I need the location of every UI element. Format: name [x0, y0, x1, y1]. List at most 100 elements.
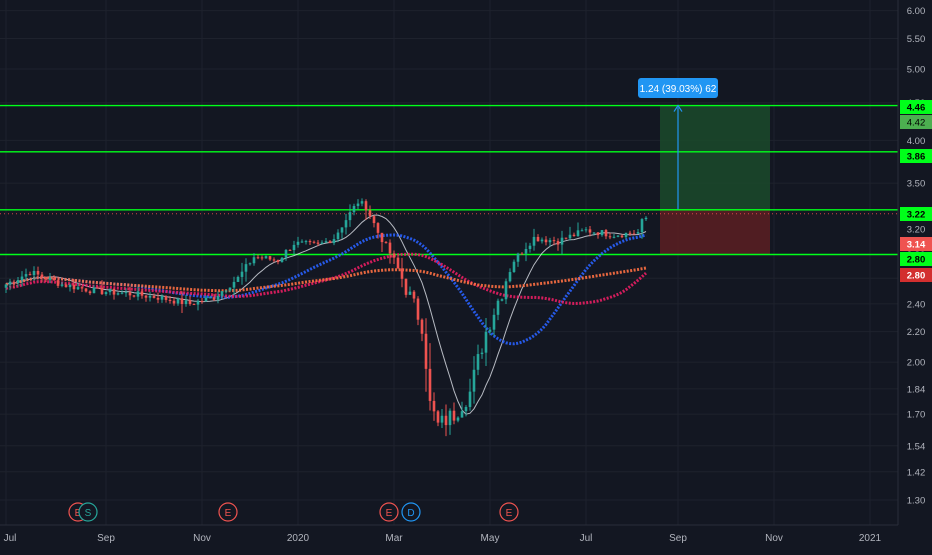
- x-tick-label[interactable]: Sep: [97, 533, 115, 544]
- candle-body: [468, 391, 472, 407]
- y-tick-label[interactable]: 1.70: [907, 410, 926, 421]
- candle-body: [540, 239, 544, 242]
- candle-body: [644, 217, 648, 220]
- candle-body: [548, 240, 552, 243]
- measure-label-text: 1.24 (39.03%) 62: [640, 84, 717, 95]
- y-tick-label[interactable]: 6.00: [907, 6, 926, 17]
- y-tick-label[interactable]: 2.20: [907, 327, 926, 338]
- candle-body: [608, 236, 612, 238]
- candle-body: [500, 299, 504, 301]
- candle-body: [240, 271, 244, 277]
- candle-body: [104, 292, 108, 295]
- candle-body: [308, 241, 312, 243]
- x-tick-label[interactable]: 2021: [859, 533, 882, 544]
- event-marker-earnings[interactable]: E: [499, 502, 519, 522]
- candle-body: [512, 261, 516, 273]
- candle-body: [568, 234, 572, 239]
- candle-body: [28, 274, 32, 276]
- event-marker-split[interactable]: S: [78, 502, 98, 522]
- candle-body: [72, 284, 76, 290]
- candle-body: [196, 300, 200, 305]
- candle-body: [436, 411, 440, 423]
- candle-body: [212, 297, 216, 300]
- candle-body: [492, 314, 496, 330]
- stop-zone[interactable]: [660, 209, 770, 255]
- position-zones[interactable]: [660, 105, 770, 255]
- event-marker-dividend[interactable]: D: [401, 502, 421, 522]
- y-tick-label[interactable]: 5.50: [907, 34, 926, 45]
- price-tag-label: 4.46: [907, 103, 926, 114]
- x-tick-label[interactable]: 2020: [287, 533, 310, 544]
- candle-body: [484, 331, 488, 353]
- candle-body: [176, 298, 180, 304]
- y-tick-label[interactable]: 5.00: [907, 64, 926, 75]
- candle-body: [288, 249, 292, 251]
- price-tag[interactable]: 3.86: [900, 149, 932, 163]
- x-tick-label[interactable]: May: [481, 533, 500, 544]
- candle-body: [272, 259, 276, 261]
- price-tag[interactable]: 3.14: [900, 237, 932, 251]
- candle-body: [204, 297, 208, 302]
- candle-body: [76, 287, 80, 290]
- candle-body: [440, 415, 444, 423]
- y-tick-label[interactable]: 1.30: [907, 496, 926, 507]
- candle-body: [128, 292, 132, 296]
- candle-body: [620, 235, 624, 238]
- candle-body: [640, 219, 644, 233]
- candle-body: [116, 293, 120, 295]
- y-tick-label[interactable]: 2.40: [907, 299, 926, 310]
- event-marker-earnings[interactable]: E: [379, 502, 399, 522]
- candle-body: [388, 242, 392, 254]
- candle-body: [588, 229, 592, 233]
- x-tick-label[interactable]: Jul: [4, 533, 17, 544]
- y-tick-label[interactable]: 1.42: [907, 467, 926, 478]
- candle-body: [624, 232, 628, 238]
- candle-body: [228, 287, 232, 291]
- candle-body: [60, 284, 64, 286]
- y-tick-label[interactable]: 1.54: [907, 441, 926, 452]
- y-tick-label[interactable]: 1.84: [907, 384, 926, 395]
- candle-body: [208, 297, 212, 299]
- price-tag-label: 2.80: [907, 255, 926, 266]
- candle-body: [452, 410, 456, 421]
- candle-body: [316, 242, 320, 244]
- y-tick-label[interactable]: 3.50: [907, 179, 926, 190]
- price-tag[interactable]: 2.80: [900, 268, 932, 282]
- candle-body: [348, 212, 352, 221]
- candle-body: [232, 281, 236, 288]
- candle-body: [236, 276, 240, 282]
- x-tick-label[interactable]: Nov: [765, 533, 783, 544]
- candle-body: [140, 291, 144, 296]
- candle-body: [344, 220, 348, 228]
- x-tick-label[interactable]: Sep: [669, 533, 687, 544]
- candle-body: [396, 257, 400, 269]
- price-tag[interactable]: 2.80: [900, 252, 932, 266]
- y-tick-label[interactable]: 4.00: [907, 136, 926, 147]
- price-tag[interactable]: 4.46: [900, 100, 932, 114]
- x-tick-label[interactable]: Nov: [193, 533, 211, 544]
- candle-body: [256, 257, 260, 259]
- x-tick-label[interactable]: Jul: [580, 533, 593, 544]
- candle-body: [32, 270, 36, 276]
- candle-body: [508, 272, 512, 282]
- candle-body: [460, 411, 464, 418]
- event-marker-label: E: [506, 508, 513, 519]
- event-marker-label: S: [85, 508, 92, 519]
- candle-body: [292, 244, 296, 251]
- candle-body: [324, 241, 328, 243]
- candle-body: [36, 270, 40, 275]
- price-tag[interactable]: 3.22: [900, 207, 932, 221]
- y-tick-label[interactable]: 2.00: [907, 358, 926, 369]
- price-tag[interactable]: 4.42: [900, 115, 932, 129]
- event-marker-earnings[interactable]: E: [218, 502, 238, 522]
- profit-zone[interactable]: [660, 105, 770, 210]
- x-tick-label[interactable]: Mar: [385, 533, 403, 544]
- candle-body: [252, 257, 256, 264]
- candle-body: [224, 290, 228, 292]
- chart-canvas[interactable]: 1.24 (39.03%) 62 ESEEDE Jul Sep Nov 2020 Mar…: [0, 0, 932, 550]
- candle-body: [20, 276, 24, 281]
- price-tag[interactable]: 3.20: [900, 222, 932, 236]
- price-chart[interactable]: 1.24 (39.03%) 62 ESEEDE Jul Sep Nov 2020 Mar…: [0, 0, 932, 550]
- y-axis[interactable]: 6.005.505.004.504.003.502.802.602.402.20…: [897, 0, 932, 550]
- measure-label[interactable]: 1.24 (39.03%) 62: [638, 78, 718, 98]
